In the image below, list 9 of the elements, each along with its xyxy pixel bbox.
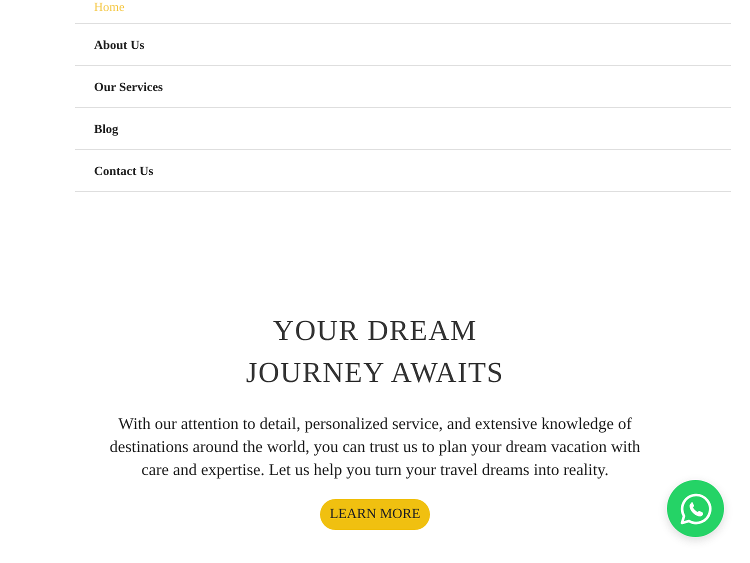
hero-heading: YOUR DREAM <box>272 314 478 349</box>
learn-more-button[interactable]: LEARN MORE <box>320 499 430 530</box>
menu-item[interactable]: About Us <box>94 38 144 52</box>
hero-heading: JOURNEY AWAITS <box>246 356 504 391</box>
menu-item[interactable]: Blog <box>94 122 118 136</box>
menu-item[interactable]: Our Services <box>94 80 163 94</box>
menu-item[interactable]: Contact Us <box>94 164 154 178</box>
phone-bubble-icon <box>678 492 712 526</box>
hero-text: With our attention to detail, personalized service, and extensive knowledge of destinations around the world, you can trust us to plan your dream vacation with care and expertise. Let us help you turn your travel dreams into reality. <box>108 413 642 481</box>
